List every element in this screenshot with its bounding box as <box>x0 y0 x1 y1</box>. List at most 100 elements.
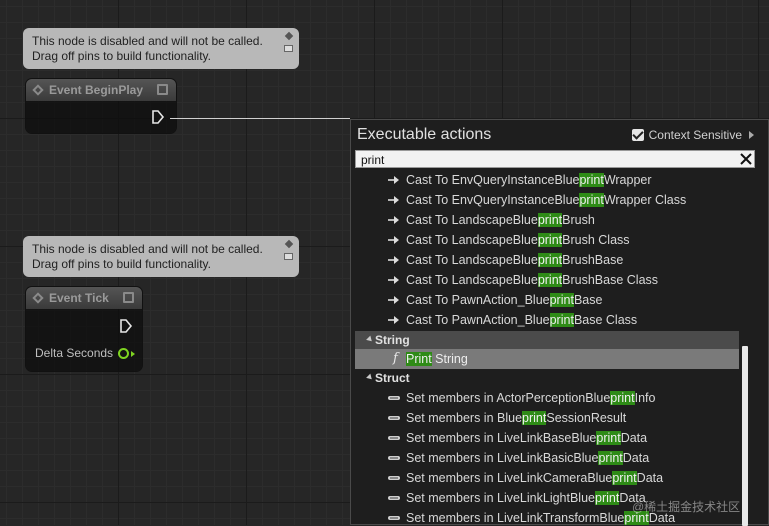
action-item-cast[interactable]: Cast To EnvQueryInstanceBlueprintWrapper <box>355 170 739 190</box>
action-label: Set members in LiveLinkCameraBlueprintDa… <box>406 468 663 488</box>
struct-bar-icon <box>388 416 400 420</box>
exec-output-pin[interactable] <box>151 110 165 124</box>
action-item-cast[interactable]: Cast To LandscapeBlueprintBrushBase <box>355 250 739 270</box>
category-label: String <box>375 333 410 347</box>
event-beginplay-node[interactable]: Event BeginPlay <box>26 79 176 133</box>
event-diamond-icon <box>32 292 44 304</box>
label-text: Set members in Blue <box>406 411 523 425</box>
action-item-set-members[interactable]: Set members in LiveLinkBaseBlueprintData <box>355 428 739 448</box>
action-item-cast[interactable]: Cast To PawnAction_BlueprintBase Class <box>355 310 739 330</box>
label-text: Base Class <box>573 313 638 327</box>
executable-actions-menu[interactable]: Executable actions Context Sensitive Cas… <box>350 119 769 526</box>
label-text: Set members in ActorPerceptionBlue <box>406 391 611 405</box>
match-highlight: print <box>537 213 563 227</box>
cast-arrow-icon <box>388 216 399 224</box>
action-label: Set members in LiveLinkBaseBlueprintData <box>406 428 647 448</box>
node-title: Event Tick <box>49 291 109 305</box>
action-item-cast[interactable]: Cast To LandscapeBlueprintBrush Class <box>355 230 739 250</box>
label-text: SessionResult <box>546 411 627 425</box>
match-highlight: print <box>537 253 563 267</box>
struct-bar-icon <box>388 396 400 400</box>
match-highlight: Print <box>406 352 432 366</box>
label-text: Info <box>634 391 656 405</box>
delegate-pin-icon[interactable] <box>123 292 134 303</box>
comment-line-2: Drag off pins to build functionality. <box>32 257 211 271</box>
action-item-print-string[interactable]: f Print String <box>355 349 739 369</box>
pin-comment-icon[interactable] <box>284 239 294 263</box>
exec-output-pin[interactable] <box>119 319 133 333</box>
clear-search-icon[interactable] <box>738 151 754 167</box>
match-highlight: print <box>579 173 604 187</box>
match-highlight: print <box>595 491 620 505</box>
label-text: Cast To PawnAction_Blue <box>406 293 550 307</box>
action-label: Set members in LiveLinkBasicBlueprintDat… <box>406 448 649 468</box>
label-text: Set members in LiveLinkBasicBlue <box>406 451 599 465</box>
event-tick-node[interactable]: Event Tick Delta Seconds <box>26 287 142 371</box>
action-label: Set members in ActorPerceptionBlueprintI… <box>406 388 655 408</box>
action-item-cast[interactable]: Cast To LandscapeBlueprintBrush <box>355 210 739 230</box>
match-highlight: print <box>549 293 574 307</box>
label-text: Cast To LandscapeBlue <box>406 233 538 247</box>
cast-arrow-icon <box>388 256 399 264</box>
collapse-arrow-icon[interactable] <box>366 373 374 382</box>
action-label: Cast To LandscapeBlueprintBrush <box>406 210 595 230</box>
action-item-set-members[interactable]: Set members in BlueprintSessionResult <box>355 408 739 428</box>
match-highlight: print <box>537 233 563 247</box>
label-text: Cast To PawnAction_Blue <box>406 313 550 327</box>
scrollbar-thumb[interactable] <box>742 346 748 526</box>
float-output-pin[interactable] <box>118 348 129 359</box>
action-item-cast[interactable]: Cast To LandscapeBlueprintBrushBase Clas… <box>355 270 739 290</box>
label-text: Set members in LiveLinkBaseBlue <box>406 431 597 445</box>
match-highlight: print <box>549 313 574 327</box>
struct-bar-icon <box>388 476 400 480</box>
label-text: Cast To LandscapeBlue <box>406 273 538 287</box>
checkbox-checked-icon[interactable] <box>631 129 644 141</box>
cast-arrow-icon <box>388 176 399 184</box>
match-highlight: print <box>612 471 637 485</box>
label-text: Cast To LandscapeBlue <box>406 253 538 267</box>
pin-comment-icon[interactable] <box>284 31 294 55</box>
action-item-cast[interactable]: Cast To PawnAction_BlueprintBase <box>355 290 739 310</box>
category-struct[interactable]: Struct <box>355 369 739 387</box>
comment-line-1: This node is disabled and will not be ca… <box>32 34 263 48</box>
label-text: Data <box>620 431 648 445</box>
node-header[interactable]: Event BeginPlay <box>26 79 176 101</box>
cast-arrow-icon <box>388 196 399 204</box>
cast-arrow-icon <box>388 236 399 244</box>
label-text: Set members in LiveLinkCameraBlue <box>406 471 613 485</box>
label-text: BrushBase <box>562 253 624 267</box>
label-text: Base <box>573 293 603 307</box>
cast-arrow-icon <box>388 276 399 284</box>
context-sensitive-toggle[interactable]: Context Sensitive <box>631 128 754 142</box>
action-item-set-members[interactable]: Set members in LiveLinkCameraBlueprintDa… <box>355 468 739 488</box>
disabled-node-comment: This node is disabled and will not be ca… <box>23 28 299 69</box>
search-input[interactable] <box>355 150 755 168</box>
match-highlight: print <box>579 193 604 207</box>
match-highlight: print <box>537 273 563 287</box>
float-pin-arrow-icon <box>131 351 135 357</box>
action-label: Cast To EnvQueryInstanceBlueprintWrapper… <box>406 190 686 210</box>
cast-arrow-icon <box>388 296 399 304</box>
event-diamond-icon <box>32 84 44 96</box>
label-text: Set members in LiveLinkLightBlue <box>406 491 595 505</box>
category-string[interactable]: String <box>355 331 739 349</box>
action-item-set-members[interactable]: Set members in ActorPerceptionBlueprintI… <box>355 388 739 408</box>
action-item-set-members[interactable]: Set members in LiveLinkBasicBlueprintDat… <box>355 448 739 468</box>
action-label: Cast To EnvQueryInstanceBlueprintWrapper <box>406 170 652 190</box>
action-list[interactable]: Cast To EnvQueryInstanceBlueprintWrapper… <box>355 170 739 526</box>
label-text: String <box>431 352 468 366</box>
label-text: BrushBase Class <box>562 273 659 287</box>
cast-arrow-icon <box>388 316 399 324</box>
action-item-cast[interactable]: Cast To EnvQueryInstanceBlueprintWrapper… <box>355 190 739 210</box>
delegate-pin-icon[interactable] <box>157 84 168 95</box>
collapse-arrow-icon[interactable] <box>366 335 374 344</box>
comment-line-1: This node is disabled and will not be ca… <box>32 242 263 256</box>
match-highlight: print <box>522 411 547 425</box>
watermark: @稀土掘金技术社区 <box>632 500 741 514</box>
expand-arrow-icon[interactable] <box>749 131 754 139</box>
action-label: Cast To LandscapeBlueprintBrushBase <box>406 250 623 270</box>
action-label: Cast To LandscapeBlueprintBrush Class <box>406 230 630 250</box>
label-text: Data <box>622 451 650 465</box>
match-highlight: print <box>610 391 635 405</box>
menu-title: Executable actions <box>357 126 492 143</box>
